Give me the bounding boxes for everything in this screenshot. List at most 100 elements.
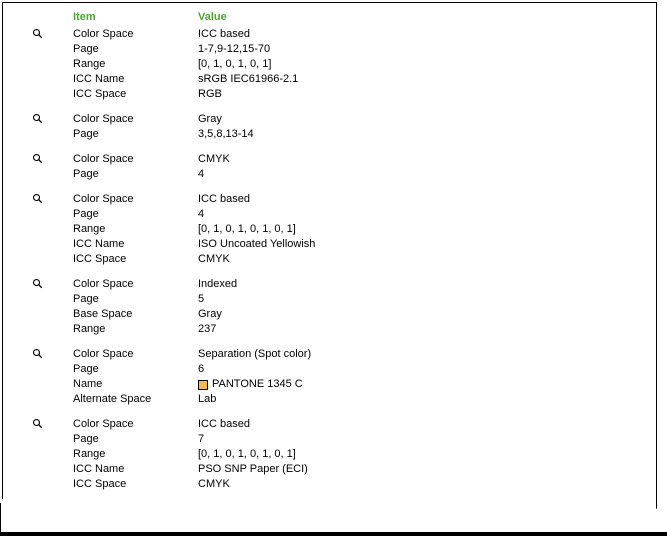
content-area: Item Value Color SpaceICC basedPage1-7,9…: [3, 3, 656, 492]
property-value: 4: [198, 167, 656, 182]
property-value: 5: [198, 292, 656, 307]
property-row: ICC SpaceRGB: [73, 87, 656, 102]
property-label: Page: [73, 292, 198, 307]
property-row: Color SpaceCMYK: [73, 152, 656, 167]
property-value: 6: [198, 362, 656, 377]
section-rows: Color SpaceIndexedPage5Base SpaceGrayRan…: [73, 277, 656, 337]
section-icon-col: [3, 192, 73, 267]
property-section: Color SpaceICC basedPage1-7,9-12,15-70Ra…: [3, 27, 656, 102]
magnify-icon[interactable]: [32, 278, 44, 337]
property-label: Color Space: [73, 112, 198, 127]
section-rows: Color SpaceCMYKPage4: [73, 152, 656, 182]
property-value: CMYK: [198, 477, 656, 492]
section-rows: Color SpaceICC basedPage7Range[0, 1, 0, …: [73, 417, 656, 492]
property-value: 1-7,9-12,15-70: [198, 42, 656, 57]
property-label: Color Space: [73, 27, 198, 42]
property-value-text: ICC based: [198, 27, 250, 42]
property-value: Separation (Spot color): [198, 347, 656, 362]
property-value-text: sRGB IEC61966-2.1: [198, 72, 298, 87]
property-row: Name PANTONE 1345 C: [73, 377, 656, 392]
property-value-text: 6: [198, 362, 204, 377]
section-icon-col: [3, 277, 73, 337]
property-label: Base Space: [73, 307, 198, 322]
property-row: ICC NamesRGB IEC61966-2.1: [73, 72, 656, 87]
property-label: Page: [73, 207, 198, 222]
property-value-text: ICC based: [198, 192, 250, 207]
property-row: Page6: [73, 362, 656, 377]
property-value: 3,5,8,13-14: [198, 127, 656, 142]
section-rows: Color SpaceGrayPage3,5,8,13-14: [73, 112, 656, 142]
property-value-text: ICC based: [198, 417, 250, 432]
property-label: Color Space: [73, 417, 198, 432]
property-row: Range[0, 1, 0, 1, 0, 1]: [73, 57, 656, 72]
property-label: Page: [73, 127, 198, 142]
property-label: Color Space: [73, 152, 198, 167]
property-row: Color SpaceIndexed: [73, 277, 656, 292]
property-label: ICC Space: [73, 252, 198, 267]
property-value-text: 1-7,9-12,15-70: [198, 42, 270, 57]
property-label: Range: [73, 447, 198, 462]
property-value-text: Lab: [198, 392, 216, 407]
property-label: ICC Name: [73, 237, 198, 252]
magnify-icon[interactable]: [32, 348, 44, 407]
property-value: PANTONE 1345 C: [198, 377, 656, 392]
property-label: Range: [73, 322, 198, 337]
property-label: Name: [73, 377, 198, 392]
property-value-text: PANTONE 1345 C: [212, 377, 303, 392]
property-value-text: Indexed: [198, 277, 237, 292]
property-value-text: PSO SNP Paper (ECI): [198, 462, 308, 477]
property-value: [0, 1, 0, 1, 0, 1, 0, 1]: [198, 447, 656, 462]
magnify-icon[interactable]: [32, 153, 44, 182]
header-item: Item: [73, 11, 198, 23]
color-swatch: [198, 380, 208, 390]
section-icon-col: [3, 152, 73, 182]
property-row: Color SpaceICC based: [73, 417, 656, 432]
property-section: Color SpaceCMYKPage4: [3, 152, 656, 182]
property-row: Page4: [73, 207, 656, 222]
property-section: Color SpaceIndexedPage5Base SpaceGrayRan…: [3, 277, 656, 337]
property-label: ICC Name: [73, 72, 198, 87]
property-value-text: 7: [198, 432, 204, 447]
property-label: ICC Space: [73, 87, 198, 102]
magnify-icon[interactable]: [32, 193, 44, 267]
property-value-text: [0, 1, 0, 1, 0, 1, 0, 1]: [198, 222, 296, 237]
property-value-text: ISO Uncoated Yellowish: [198, 237, 315, 252]
property-value: Lab: [198, 392, 656, 407]
property-value: PSO SNP Paper (ECI): [198, 462, 656, 477]
property-value-text: 4: [198, 167, 204, 182]
property-value-text: 4: [198, 207, 204, 222]
property-row: Range[0, 1, 0, 1, 0, 1, 0, 1]: [73, 222, 656, 237]
property-value: sRGB IEC61966-2.1: [198, 72, 656, 87]
section-icon-col: [3, 27, 73, 102]
magnify-icon[interactable]: [32, 418, 44, 492]
property-row: ICC NamePSO SNP Paper (ECI): [73, 462, 656, 477]
property-value: CMYK: [198, 252, 656, 267]
sections-container: Color SpaceICC basedPage1-7,9-12,15-70Ra…: [3, 27, 656, 492]
section-rows: Color SpaceICC basedPage1-7,9-12,15-70Ra…: [73, 27, 656, 102]
property-value-text: Gray: [198, 112, 222, 127]
property-row: Range[0, 1, 0, 1, 0, 1, 0, 1]: [73, 447, 656, 462]
property-value-text: CMYK: [198, 152, 230, 167]
property-row: Color SpaceGray: [73, 112, 656, 127]
property-row: Page3,5,8,13-14: [73, 127, 656, 142]
property-value: 237: [198, 322, 656, 337]
property-label: Color Space: [73, 192, 198, 207]
property-row: ICC SpaceCMYK: [73, 252, 656, 267]
property-value-text: [0, 1, 0, 1, 0, 1, 0, 1]: [198, 447, 296, 462]
property-row: Page4: [73, 167, 656, 182]
property-value: Gray: [198, 307, 656, 322]
property-value-text: [0, 1, 0, 1, 0, 1]: [198, 57, 271, 72]
section-icon-col: [3, 417, 73, 492]
property-value: [0, 1, 0, 1, 0, 1, 0, 1]: [198, 222, 656, 237]
magnify-icon[interactable]: [32, 113, 44, 142]
property-value: ISO Uncoated Yellowish: [198, 237, 656, 252]
property-value: 4: [198, 207, 656, 222]
property-row: Base SpaceGray: [73, 307, 656, 322]
property-value-text: CMYK: [198, 477, 230, 492]
property-row: Alternate SpaceLab: [73, 392, 656, 407]
magnify-icon[interactable]: [32, 28, 44, 102]
property-label: ICC Space: [73, 477, 198, 492]
property-label: Range: [73, 222, 198, 237]
property-label: Color Space: [73, 277, 198, 292]
property-value-text: 237: [198, 322, 216, 337]
